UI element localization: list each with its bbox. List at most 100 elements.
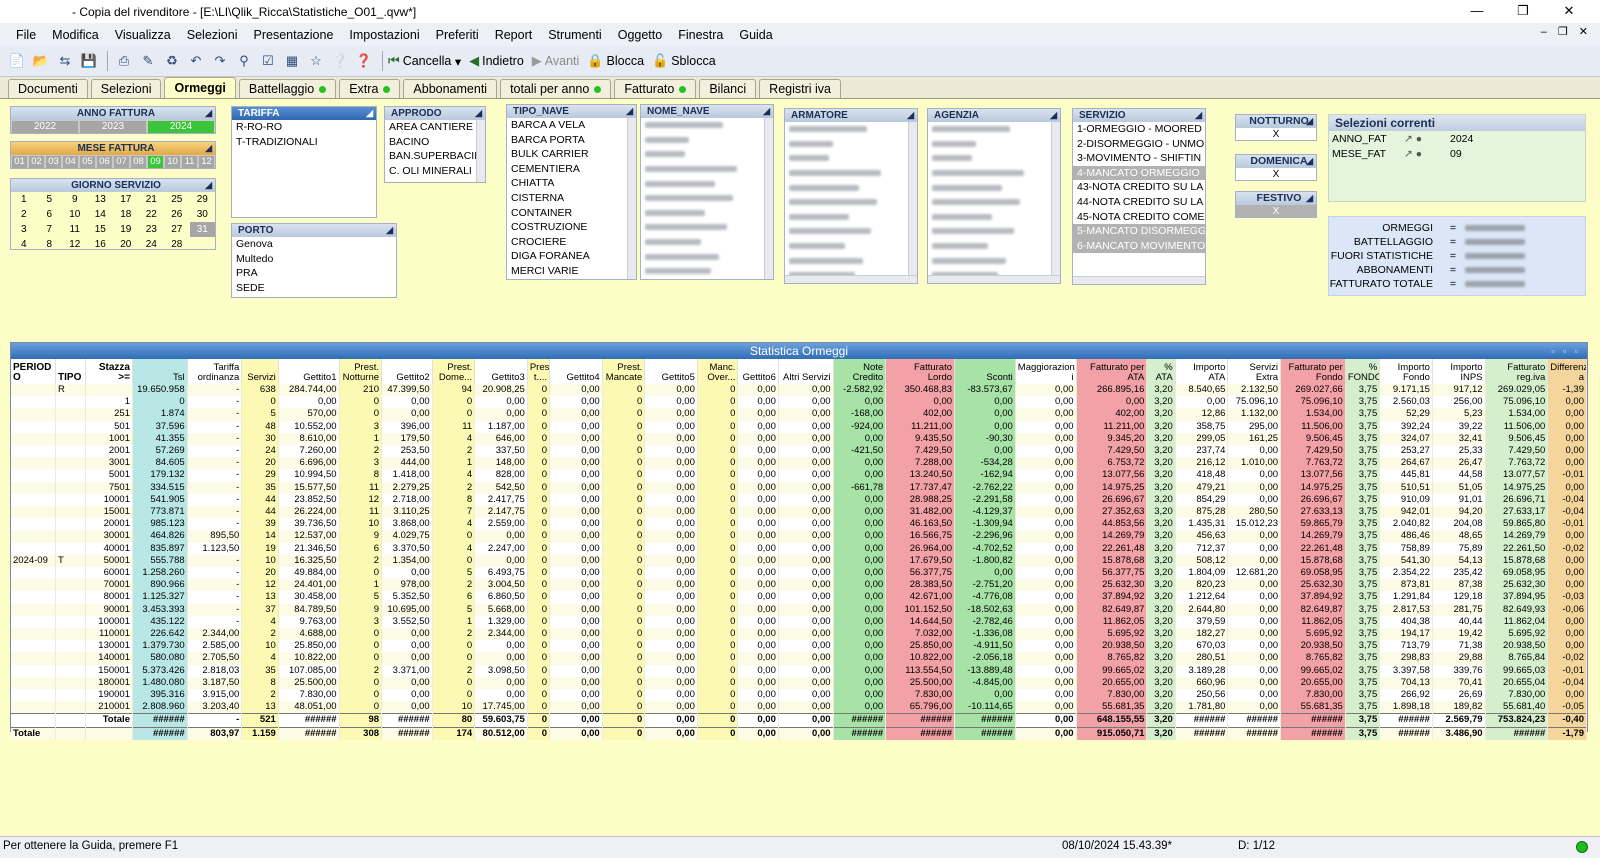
servizio-item[interactable]: 6-MANCATO MOVIMENTO bbox=[1073, 238, 1205, 254]
armatore-item[interactable] bbox=[785, 180, 917, 195]
agenzia-item[interactable] bbox=[928, 151, 1060, 166]
cancella-button[interactable]: ⏮ Cancella ▾ bbox=[388, 53, 461, 69]
nome_nave-item[interactable] bbox=[641, 118, 773, 133]
armatore-item[interactable] bbox=[785, 195, 917, 210]
column-header[interactable]: PERIOD O bbox=[11, 359, 57, 384]
porto-item[interactable]: SEDE bbox=[232, 281, 396, 296]
tab-documenti[interactable]: Documenti bbox=[8, 79, 88, 98]
giorno-value[interactable]: 26 bbox=[164, 207, 190, 222]
armatore-item[interactable] bbox=[785, 253, 917, 268]
armatore-item[interactable] bbox=[785, 122, 917, 137]
chart-icon[interactable]: ▦ bbox=[281, 51, 303, 71]
mese-value[interactable]: 07 bbox=[113, 155, 130, 168]
giorno-value[interactable]: 5 bbox=[37, 192, 63, 207]
armatore-item[interactable] bbox=[785, 137, 917, 152]
giorno-value[interactable]: 14 bbox=[88, 207, 114, 222]
column-header[interactable]: Prest. Notturne bbox=[339, 359, 383, 384]
column-header[interactable]: Servizi Extra bbox=[1227, 359, 1282, 384]
servizio-item[interactable]: 2-DISORMEGGIO - UNMO bbox=[1073, 137, 1205, 152]
lock-dot-icon[interactable]: ↗ ● bbox=[1404, 148, 1450, 160]
giorno-value[interactable]: 7 bbox=[37, 222, 63, 237]
menu-finestra[interactable]: Finestra bbox=[670, 28, 731, 42]
tab-fatturato[interactable]: Fatturato bbox=[614, 79, 697, 98]
column-header[interactable]: Gettito6 bbox=[737, 359, 779, 384]
menu-visualizza[interactable]: Visualizza bbox=[107, 28, 179, 42]
menu-preferiti[interactable]: Preferiti bbox=[428, 28, 487, 42]
giorno-value[interactable]: 8 bbox=[37, 237, 63, 249]
giorno-value[interactable]: 24 bbox=[139, 237, 165, 249]
checklist-icon[interactable]: ☑ bbox=[257, 51, 279, 71]
nome_nave-item[interactable] bbox=[641, 235, 773, 250]
column-header[interactable]: Note Credito bbox=[833, 359, 887, 384]
column-header[interactable]: TIPO bbox=[55, 359, 87, 384]
armatore-hscrollbar[interactable] bbox=[785, 275, 917, 283]
column-header[interactable]: Altri Servizi bbox=[778, 359, 834, 384]
agenzia-item[interactable] bbox=[928, 239, 1060, 254]
tariffa-item[interactable]: T-TRADIZIONALI bbox=[232, 135, 376, 150]
armatore-item[interactable] bbox=[785, 210, 917, 225]
tipo_nave-item[interactable]: DIGA FORANEA bbox=[507, 249, 636, 264]
giorno-value[interactable]: 15 bbox=[88, 222, 114, 237]
blocca-button[interactable]: 🔒 Blocca bbox=[587, 53, 644, 69]
menu-selezioni[interactable]: Selezioni bbox=[179, 28, 246, 42]
anno-value[interactable]: 2023 bbox=[79, 120, 147, 133]
indietro-button[interactable]: ◀ Indietro bbox=[469, 53, 524, 69]
porto-item[interactable]: Genova bbox=[232, 237, 396, 252]
restore-button[interactable]: ❐ bbox=[1500, 0, 1546, 22]
column-header[interactable]: Manc. Over... bbox=[697, 359, 739, 384]
column-header[interactable]: Pres t.... bbox=[527, 359, 551, 384]
giorno-value[interactable]: 13 bbox=[88, 192, 114, 207]
agenzia-item[interactable] bbox=[928, 122, 1060, 137]
giorno-value[interactable]: 19 bbox=[113, 222, 139, 237]
giorno-value[interactable]: 3 bbox=[11, 222, 37, 237]
flag-value[interactable]: X bbox=[1236, 205, 1316, 217]
servizio-hscrollbar[interactable] bbox=[1073, 276, 1205, 284]
mese-value[interactable]: 10 bbox=[164, 155, 181, 168]
column-header[interactable]: Prest. Mancate bbox=[602, 359, 646, 384]
giorno-value[interactable]: 20 bbox=[113, 237, 139, 249]
tab-extra[interactable]: Extra bbox=[339, 79, 401, 98]
agenzia-item[interactable] bbox=[928, 137, 1060, 152]
tab-ormeggi[interactable]: Ormeggi bbox=[164, 77, 236, 98]
servizio-item[interactable]: 3-MOVIMENTO - SHIFTIN bbox=[1073, 151, 1205, 166]
column-header[interactable]: Importo Fondo bbox=[1379, 359, 1433, 384]
column-header[interactable]: Importo ATA bbox=[1175, 359, 1229, 384]
print-icon[interactable]: ⎙ bbox=[113, 51, 135, 71]
nome_nave-item[interactable] bbox=[641, 162, 773, 177]
column-header[interactable]: Tsl bbox=[132, 359, 188, 384]
giorno-value[interactable]: 29 bbox=[190, 192, 216, 207]
mese-value[interactable]: 06 bbox=[96, 155, 113, 168]
nome_nave-item[interactable] bbox=[641, 147, 773, 162]
column-header[interactable]: Gettito2 bbox=[381, 359, 433, 384]
giorno-value[interactable]: 25 bbox=[164, 192, 190, 207]
approdo-item[interactable]: AREA CANTIERE bbox=[385, 120, 485, 135]
menu-oggetto[interactable]: Oggetto bbox=[610, 28, 670, 42]
menu-report[interactable]: Report bbox=[487, 28, 541, 42]
tariffa-item[interactable]: R-RO-RO bbox=[232, 120, 376, 135]
porto-item[interactable]: Multedo bbox=[232, 252, 396, 267]
tab-bilanci[interactable]: Bilanci bbox=[699, 79, 757, 98]
armatore-item[interactable] bbox=[785, 151, 917, 166]
nome_nave-item[interactable] bbox=[641, 206, 773, 221]
giorno-value[interactable]: 17 bbox=[113, 192, 139, 207]
tab-selezioni[interactable]: Selezioni bbox=[90, 79, 162, 98]
column-header[interactable]: Differenz a bbox=[1547, 359, 1587, 384]
reload-icon[interactable]: ⇆ bbox=[54, 51, 76, 71]
tab-battellaggio[interactable]: Battellaggio bbox=[238, 79, 337, 98]
nome_nave-item[interactable] bbox=[641, 191, 773, 206]
lock-dot-icon[interactable]: ↗ ● bbox=[1404, 133, 1450, 145]
flag-value[interactable]: X bbox=[1236, 168, 1316, 180]
save-icon[interactable]: 💾 bbox=[78, 51, 100, 71]
nome_nave-item[interactable] bbox=[641, 220, 773, 235]
selection-row[interactable]: MESE_FAT ↗ ● 09 bbox=[1329, 146, 1585, 161]
giorno-value[interactable]: 30 bbox=[190, 207, 216, 222]
column-header[interactable]: Fatturato per ATA bbox=[1076, 359, 1148, 384]
column-header[interactable]: Sconti bbox=[954, 359, 1016, 384]
mdi-controls[interactable]: – ❐ ✕ bbox=[1541, 25, 1592, 38]
bookmark-star-icon[interactable]: ☆ bbox=[305, 51, 327, 71]
mese-value[interactable]: 03 bbox=[45, 155, 62, 168]
approdo-item[interactable]: BAN.SUPERBACIN bbox=[385, 149, 485, 164]
column-header[interactable]: % ATA bbox=[1146, 359, 1176, 384]
giorno-value[interactable]: 18 bbox=[113, 207, 139, 222]
nome_nave-item[interactable] bbox=[641, 249, 773, 264]
